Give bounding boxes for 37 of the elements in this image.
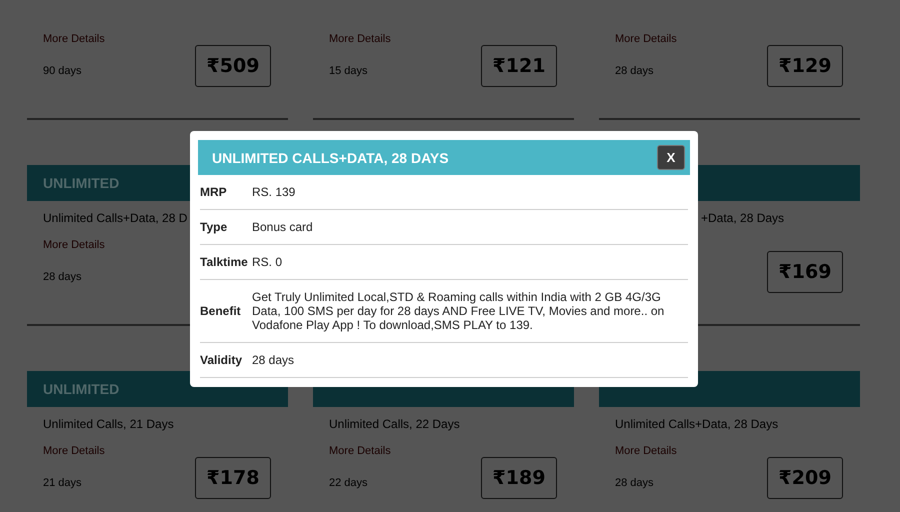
validity-text: 28 days	[43, 271, 82, 283]
dialog-title: UNLIMITED CALLS+DATA, 28 DAYS	[212, 150, 449, 166]
detail-label: MRP	[200, 185, 228, 199]
more-details-link[interactable]: More Details	[43, 445, 105, 457]
price-button[interactable]: ₹178	[195, 457, 271, 499]
plan-description: +Data, 28 Days	[700, 210, 786, 226]
validity-text: 28 days	[615, 477, 654, 489]
detail-label: Benefit	[200, 304, 242, 318]
plan-description: Unlimited Calls, 21 Days	[42, 416, 175, 432]
more-details-link[interactable]: More Details	[43, 239, 105, 251]
plan-description: Unlimited Calls, 22 Days	[328, 416, 461, 432]
validity-text: 28 days	[615, 65, 654, 77]
validity-text: 15 days	[329, 65, 368, 77]
validity-text: 21 days	[43, 477, 82, 489]
detail-value: Bonus card	[252, 220, 313, 234]
validity-text: 90 days	[43, 65, 82, 77]
close-button[interactable]: X	[657, 145, 685, 170]
price-button[interactable]: ₹169	[767, 251, 843, 293]
price-button[interactable]: ₹189	[481, 457, 557, 499]
detail-label: Validity	[200, 353, 244, 367]
detail-label: Talktime	[200, 255, 249, 269]
more-details-link[interactable]: More Details	[329, 445, 391, 457]
detail-value: Get Truly Unlimited Local,STD & Roaming calls within India with 2 GB 4G/3G Data, 100 SMS per day for 28 days AND Free LIVE TV, Movies and more.. on Vodafone Play App ! To download,SMS PLAY to 139.	[252, 290, 666, 332]
more-details-link[interactable]: More Details	[615, 445, 677, 457]
detail-value: 28 days	[252, 353, 294, 367]
validity-text: 22 days	[329, 477, 368, 489]
price-button[interactable]: ₹129	[767, 45, 843, 87]
more-details-link[interactable]: More Details	[329, 33, 391, 45]
plan-description: Unlimited Calls+Data, 28 Days	[614, 416, 780, 432]
plan-description: Unlimited Calls+Data, 28 D	[42, 210, 188, 226]
detail-label: Type	[200, 220, 228, 234]
price-button[interactable]: ₹509	[195, 45, 271, 87]
price-button[interactable]: ₹209	[767, 457, 843, 499]
more-details-link[interactable]: More Details	[615, 33, 677, 45]
price-button[interactable]: ₹121	[481, 45, 557, 87]
more-details-link[interactable]: More Details	[43, 33, 105, 45]
detail-value: RS. 0	[252, 255, 282, 269]
